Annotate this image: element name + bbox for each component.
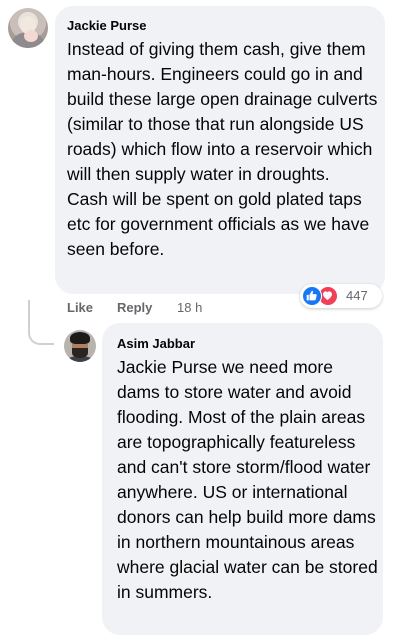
comment-author-name[interactable]: Jackie Purse bbox=[67, 17, 147, 35]
avatar-asim-jabbar[interactable] bbox=[64, 330, 96, 362]
reaction-count: 447 bbox=[346, 288, 368, 303]
reply-author-name[interactable]: Asim Jabbar bbox=[117, 335, 195, 353]
avatar-hair-shape bbox=[70, 332, 90, 344]
comment-bubble: Jackie Purse Instead of giving them cash… bbox=[55, 6, 385, 294]
comment-timestamp[interactable]: 18 h bbox=[177, 300, 202, 316]
reply-text: Jackie Purse we need more dams to store … bbox=[117, 357, 378, 602]
comment-text: Instead of giving them cash, give them m… bbox=[67, 37, 379, 262]
thread-connector-line bbox=[28, 300, 54, 345]
avatar-baby-shape bbox=[24, 30, 38, 42]
comment-paragraph: Instead of giving them cash, give them m… bbox=[67, 39, 378, 184]
reactions-summary[interactable]: 447 bbox=[300, 284, 382, 308]
avatar-jackie-purse[interactable] bbox=[8, 8, 48, 48]
like-icon bbox=[302, 286, 322, 306]
comment-thread: Jackie Purse Instead of giving them cash… bbox=[0, 0, 400, 641]
reply-bubble: Asim Jabbar Jackie Purse we need more da… bbox=[102, 323, 383, 635]
like-button[interactable]: Like bbox=[67, 300, 93, 316]
avatar-beard-shape bbox=[72, 348, 88, 358]
reply-button[interactable]: Reply bbox=[117, 300, 152, 316]
comment-paragraph: Cash will be spent on gold plated taps e… bbox=[67, 189, 370, 259]
